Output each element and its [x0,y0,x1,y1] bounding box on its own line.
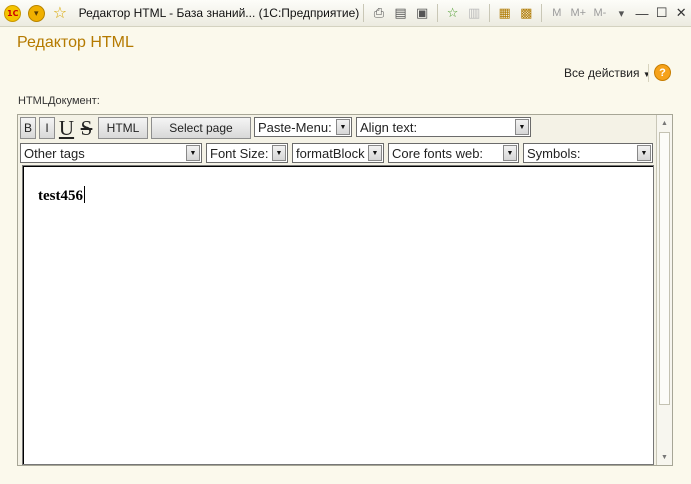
chevron-down-icon: ▼ [368,145,382,161]
divider [488,4,490,22]
chevron-down-icon: ▼ [336,119,350,135]
editor-text: test456 [38,186,85,205]
format-block-value: formatBlock [296,145,365,161]
scroll-down-icon[interactable]: ▼ [657,449,672,465]
close-icon[interactable]: ✕ [671,5,691,21]
scroll-track[interactable] [659,132,670,405]
font-size-value: Font Size: [210,145,269,161]
core-fonts-value: Core fonts web: [392,145,484,161]
bold-button[interactable]: B [20,117,36,139]
minimize-icon[interactable]: — [632,6,652,21]
html-editor-frame: B I U S HTML Select page Paste-Menu: ▼ A… [17,114,673,466]
core-fonts-select[interactable]: Core fonts web: ▼ [388,143,519,163]
select-page-button[interactable]: Select page [151,117,251,139]
chevron-down-icon[interactable]: ▾ [611,7,633,20]
other-tags-select[interactable]: Other tags ▼ [20,143,202,163]
chevron-down-icon: ▼ [186,145,200,161]
editor-content-area[interactable]: test456 [22,165,654,465]
align-text-select[interactable]: Align text: ▼ [356,117,531,137]
divider [363,4,365,22]
calendar-icon[interactable]: ▩ [515,5,537,21]
print-preview-icon[interactable]: ▤ [390,5,412,21]
symbols-value: Symbols: [527,145,581,161]
text-caret [84,186,85,203]
main-menu-button[interactable]: ▾ [26,2,48,24]
form-title: Редактор HTML [17,34,134,51]
calculator-icon[interactable]: ▦ [494,5,516,21]
all-actions-button[interactable]: Все действия ▼ [564,66,651,80]
memory-m-button[interactable]: M [546,7,568,19]
history-icon[interactable]: ▥ [463,5,485,21]
print-icon[interactable]: ⎙ [368,5,390,21]
chevron-down-icon: ▼ [503,145,517,161]
field-label: HTMLДокумент: [18,95,100,107]
other-tags-value: Other tags [24,145,85,161]
vertical-scrollbar[interactable]: ▲ ▼ [656,115,672,465]
divider [541,4,542,22]
editor-text-value: test456 [38,188,83,204]
html-button[interactable]: HTML [98,117,148,139]
all-actions-label: Все действия [564,66,640,80]
italic-button[interactable]: I [39,117,55,139]
save-icon[interactable]: ▣ [411,5,433,21]
strikethrough-button[interactable]: S [78,116,95,140]
underline-button[interactable]: U [58,116,75,140]
toolbar-row-2: Other tags ▼ Font Size: ▼ formatBlock ▼ … [20,143,657,163]
chevron-down-icon: ▼ [642,70,651,79]
window-title: Редактор HTML - База знаний... (1С:Предп… [78,6,360,20]
chevron-down-icon: ▾ [27,4,45,22]
maximize-icon[interactable]: ☐ [652,5,672,21]
help-icon[interactable]: ? [654,64,671,81]
paste-menu-select[interactable]: Paste-Menu: ▼ [254,117,352,137]
chevron-down-icon: ▼ [272,145,286,161]
align-text-value: Align text: [360,119,418,135]
app-logo-button[interactable]: 1С [2,2,24,24]
window-titlebar: 1С ▾ ☆ Редактор HTML - База знаний... (1… [0,0,691,27]
favorites-button[interactable]: ☆ [49,2,71,24]
format-block-select[interactable]: formatBlock ▼ [292,143,384,163]
divider [436,4,438,22]
symbols-select[interactable]: Symbols: ▼ [523,143,653,163]
chevron-down-icon: ▼ [515,119,529,135]
font-size-select[interactable]: Font Size: ▼ [206,143,288,163]
1c-logo-icon: 1С [4,4,22,22]
toolbar-row-1: B I U S HTML Select page Paste-Menu: ▼ A… [20,116,535,140]
add-favorite-icon[interactable]: ☆ [442,5,464,21]
memory-plus-button[interactable]: M+ [568,7,590,19]
chevron-down-icon: ▼ [637,145,651,161]
memory-minus-button[interactable]: M- [589,7,611,19]
scroll-up-icon[interactable]: ▲ [657,115,672,131]
paste-menu-value: Paste-Menu: [258,119,332,135]
star-icon: ☆ [52,5,68,22]
divider [648,64,649,82]
